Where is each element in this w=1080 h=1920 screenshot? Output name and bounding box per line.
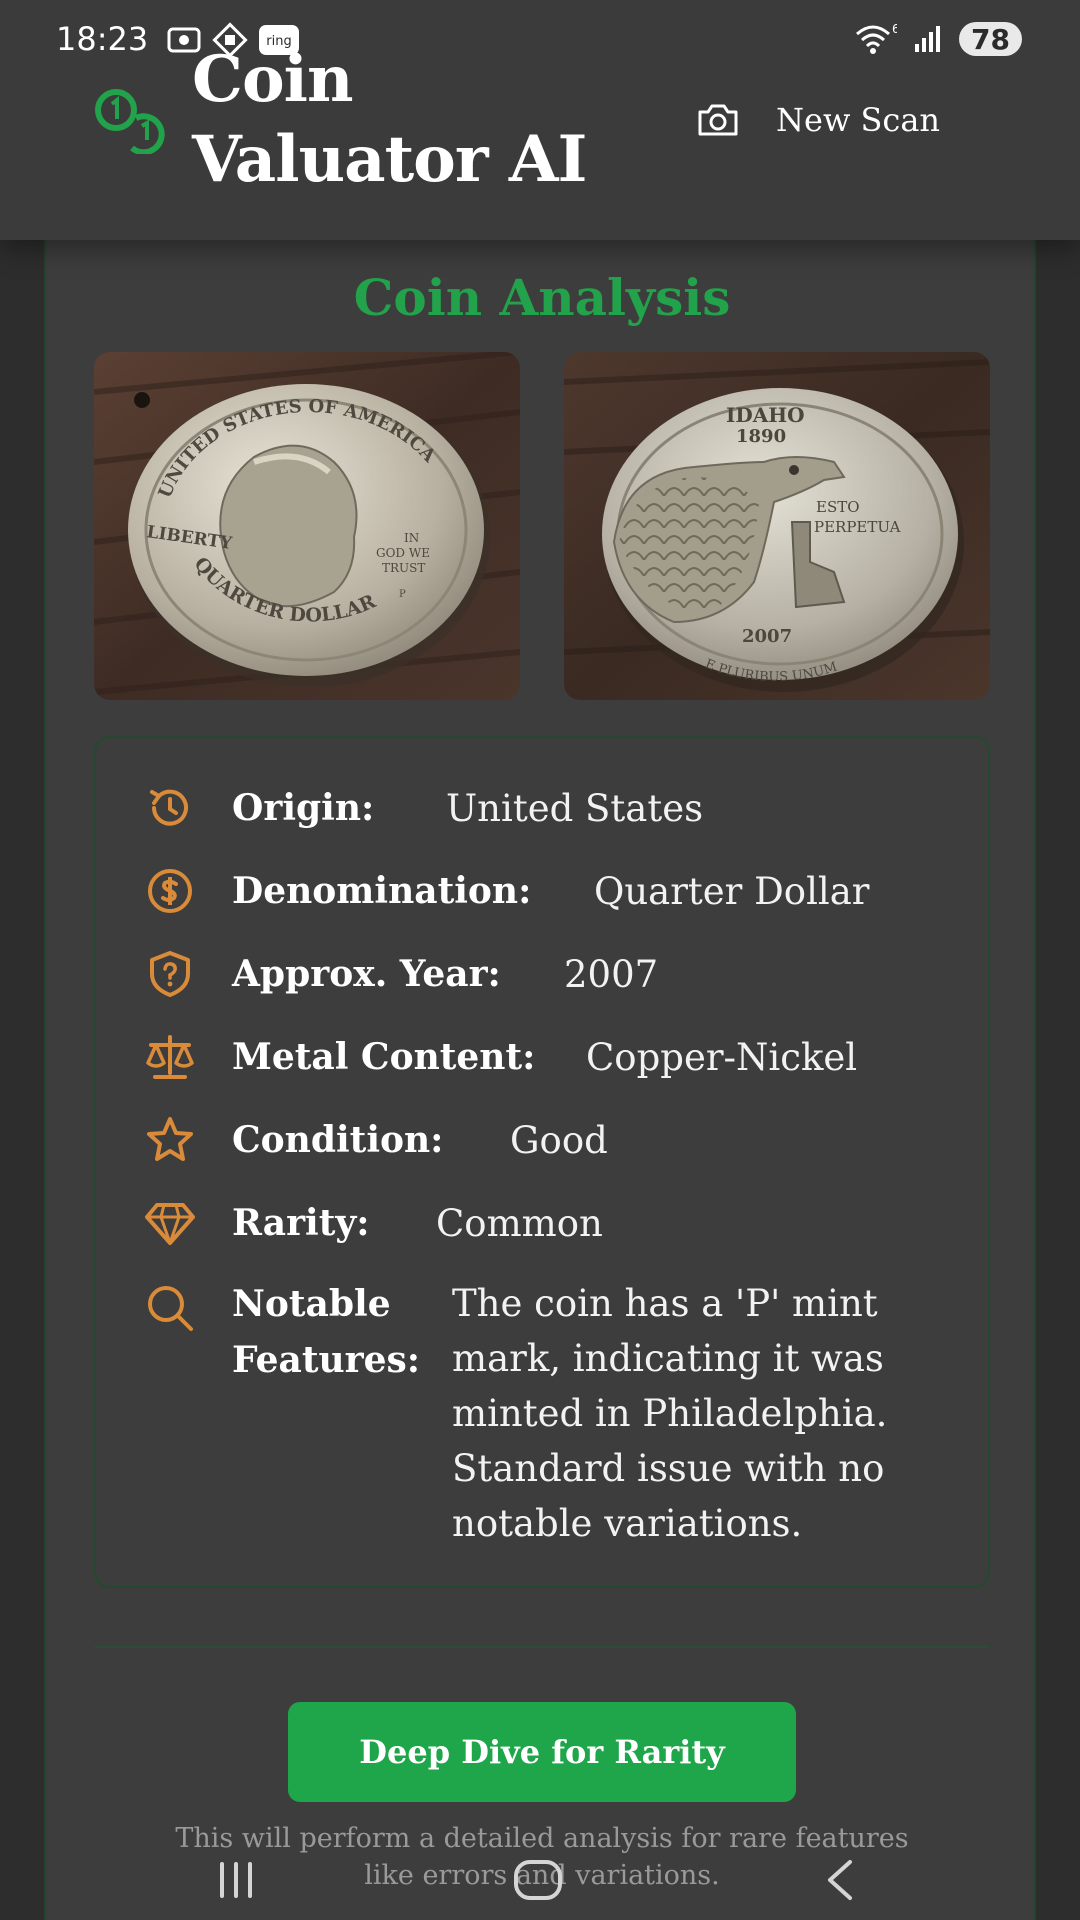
notable-label-line-2: Features: bbox=[232, 1339, 421, 1381]
star-icon bbox=[142, 1112, 198, 1168]
rarity-label: Rarity: bbox=[232, 1202, 370, 1244]
coin-back-motto-2: PERPETUA bbox=[814, 518, 901, 536]
screenshot-icon bbox=[167, 27, 201, 53]
detail-row-condition: Condition: Good bbox=[96, 1110, 992, 1170]
notable-value: The coin has a 'P' mint mark, indicating… bbox=[452, 1276, 932, 1551]
recent-apps-button[interactable] bbox=[204, 1848, 268, 1912]
analysis-title: Coin Analysis bbox=[353, 268, 731, 327]
denomination-value: Quarter Dollar bbox=[594, 869, 870, 913]
new-scan-label: New Scan bbox=[776, 101, 941, 139]
detail-row-notable: Notable Features: The coin has a 'P' min… bbox=[96, 1270, 992, 1550]
app-notification-icon bbox=[212, 22, 248, 58]
notable-line: The coin has a 'P' mint bbox=[452, 1282, 878, 1325]
rarity-value: Common bbox=[436, 1201, 603, 1245]
camera-icon bbox=[698, 104, 738, 136]
metal-value: Copper-Nickel bbox=[586, 1035, 858, 1079]
deep-dive-button[interactable]: Deep Dive for Rarity bbox=[288, 1702, 796, 1802]
detail-row-year: Approx. Year: 2007 bbox=[96, 944, 992, 1004]
app-screen: 18:23 ring 6 78 Coin Valuator AI New Sca… bbox=[0, 0, 1080, 1920]
detail-row-origin: Origin: United States bbox=[96, 778, 992, 838]
coins-logo-icon bbox=[95, 89, 165, 154]
notification-icons: ring bbox=[166, 22, 300, 58]
history-icon bbox=[142, 780, 198, 836]
coin-back-year: 2007 bbox=[742, 626, 792, 647]
metal-label: Metal Content: bbox=[232, 1036, 536, 1078]
origin-label: Origin: bbox=[232, 787, 375, 829]
coin-back-image[interactable]: IDAHO 1890 ESTO PERPETUA 2007 E PLURIBUS… bbox=[564, 352, 990, 700]
svg-text:ring: ring bbox=[266, 34, 291, 49]
coin-front-motto-1: IN bbox=[404, 531, 419, 545]
detail-row-denomination: Denomination: Quarter Dollar bbox=[96, 861, 992, 921]
year-label: Approx. Year: bbox=[232, 953, 501, 995]
coin-back-motto-1: ESTO bbox=[816, 498, 860, 516]
notable-line: Standard issue with no bbox=[452, 1447, 885, 1490]
denomination-label: Denomination: bbox=[232, 870, 532, 912]
status-bar: 18:23 ring 6 78 bbox=[0, 0, 1080, 80]
system-icons: 6 78 bbox=[853, 22, 1022, 56]
notable-line: mark, indicating it was bbox=[452, 1337, 884, 1380]
analysis-card: Coin Analysis UNITED STATES OF AMERICA L… bbox=[44, 240, 1036, 1920]
back-icon bbox=[828, 1860, 852, 1900]
svg-text:6: 6 bbox=[892, 22, 897, 36]
coin-back-statehood: 1890 bbox=[736, 426, 786, 447]
home-button[interactable] bbox=[506, 1848, 570, 1912]
detail-row-rarity: Rarity: Common bbox=[96, 1193, 992, 1253]
recent-apps-icon bbox=[220, 1862, 252, 1898]
search-icon bbox=[142, 1280, 198, 1336]
gem-icon bbox=[142, 1195, 198, 1251]
system-nav-bar bbox=[0, 1840, 1080, 1920]
condition-value: Good bbox=[510, 1118, 608, 1162]
ring-app-icon: ring bbox=[259, 25, 299, 55]
year-value: 2007 bbox=[564, 952, 659, 996]
notable-line: minted in Philadelphia. bbox=[452, 1392, 888, 1435]
coin-front-mint-mark: P bbox=[399, 589, 406, 600]
notable-label-line-1: Notable bbox=[232, 1283, 391, 1325]
detail-row-metal: Metal Content: Copper-Nickel bbox=[96, 1027, 992, 1087]
coin-details-box: Origin: United States Denomination: Quar… bbox=[94, 736, 990, 1588]
signal-icon bbox=[915, 26, 941, 52]
origin-value: United States bbox=[446, 786, 704, 830]
condition-label: Condition: bbox=[232, 1119, 444, 1161]
battery-indicator: 78 bbox=[959, 22, 1022, 56]
notable-line: notable variations. bbox=[452, 1502, 803, 1545]
coin-back-state: IDAHO bbox=[726, 403, 805, 427]
section-divider bbox=[94, 1646, 990, 1648]
back-button[interactable] bbox=[808, 1848, 872, 1912]
notable-label: Notable Features: bbox=[232, 1276, 422, 1388]
home-icon bbox=[514, 1860, 562, 1900]
shield-question-icon bbox=[142, 946, 198, 1002]
scale-icon bbox=[142, 1029, 198, 1085]
status-time: 18:23 bbox=[56, 20, 149, 58]
coin-front-motto-2: GOD WE bbox=[376, 546, 430, 560]
wifi-icon: 6 bbox=[856, 22, 897, 54]
new-scan-button[interactable]: New Scan bbox=[696, 96, 940, 144]
coin-front-motto-3: TRUST bbox=[382, 561, 425, 575]
dollar-circle-icon bbox=[142, 863, 198, 919]
coin-front-image[interactable]: UNITED STATES OF AMERICA LIBERTY IN GOD … bbox=[94, 352, 520, 700]
